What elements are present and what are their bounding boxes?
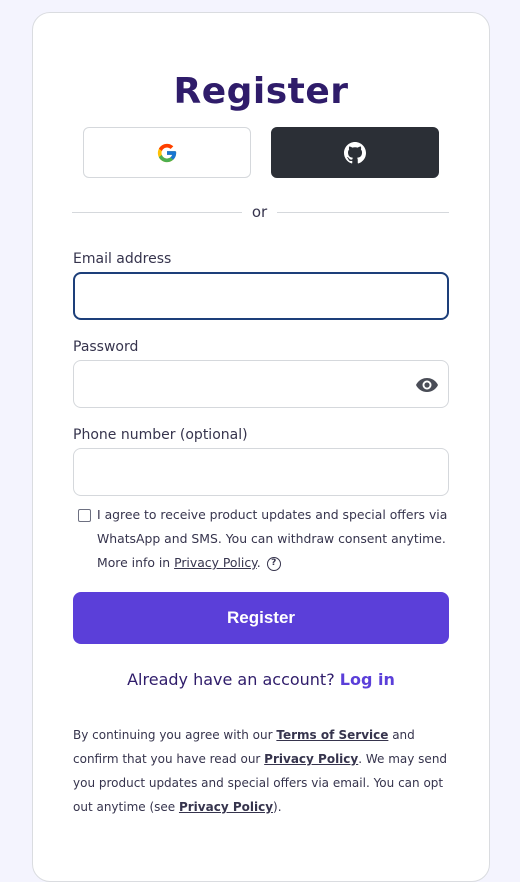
show-password-toggle[interactable]	[416, 374, 438, 396]
page-title: Register	[173, 71, 349, 112]
consent-privacy-link[interactable]: Privacy Policy	[174, 555, 257, 570]
eye-icon	[416, 378, 438, 392]
email-label: Email address	[73, 251, 172, 267]
privacy-policy-link-2[interactable]: Privacy Policy	[179, 800, 273, 814]
email-field[interactable]	[73, 272, 449, 320]
github-signin-button[interactable]	[271, 127, 439, 178]
password-label: Password	[73, 339, 139, 355]
legal-text-1: By continuing you agree with our	[73, 728, 277, 742]
divider-right	[277, 212, 449, 213]
divider-or: or	[251, 203, 268, 221]
consent-text: I agree to receive product updates and s…	[97, 503, 453, 575]
help-icon[interactable]: ?	[266, 556, 281, 571]
github-icon	[344, 141, 366, 163]
login-row: Already have an account? Log in	[33, 670, 489, 689]
login-link[interactable]: Log in	[340, 670, 395, 689]
phone-field[interactable]	[73, 448, 449, 496]
google-icon	[157, 143, 177, 162]
privacy-policy-link-1[interactable]: Privacy Policy	[264, 752, 358, 766]
legal-text-4: ).	[273, 800, 282, 814]
divider-left	[72, 212, 242, 213]
terms-of-service-link[interactable]: Terms of Service	[276, 728, 388, 742]
google-signin-button[interactable]	[83, 127, 251, 178]
register-card: Register or Email address Password Phone…	[32, 12, 490, 882]
legal-notice: By continuing you agree with our Terms o…	[73, 723, 453, 819]
phone-label: Phone number (optional)	[73, 427, 248, 443]
login-prompt: Already have an account?	[127, 670, 335, 689]
consent-checkbox[interactable]	[78, 509, 91, 522]
password-field[interactable]	[73, 360, 449, 408]
register-button[interactable]: Register	[73, 592, 449, 644]
consent-text-end: .	[256, 555, 261, 570]
